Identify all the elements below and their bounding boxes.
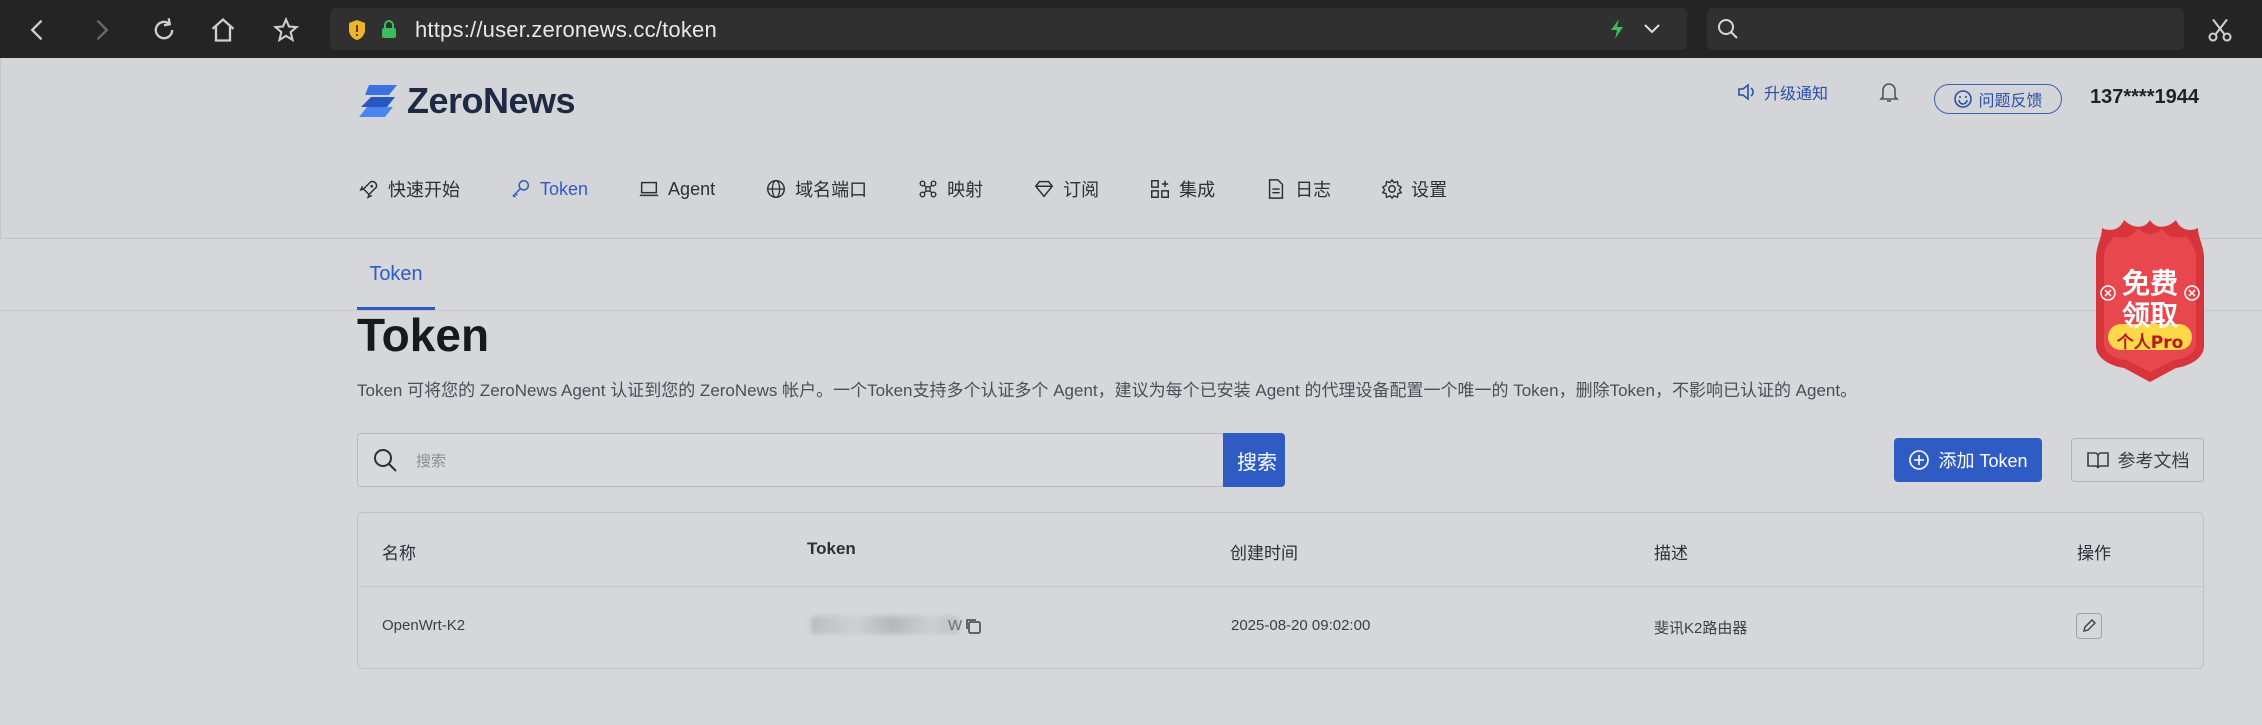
- lock-icon: [382, 20, 396, 38]
- token-search-box: [357, 433, 1224, 487]
- plus-circle-icon: [1909, 450, 1930, 470]
- user-account[interactable]: 137****1944: [2090, 86, 2199, 109]
- zeronews-logo-icon: [359, 85, 397, 117]
- feedback-button[interactable]: 问题反馈: [1934, 84, 2062, 114]
- url-text: https://user.zeronews.cc/token: [415, 17, 717, 42]
- token-search-input[interactable]: [416, 446, 1116, 476]
- cell-name: OpenWrt-K2: [382, 617, 466, 634]
- promo-tag: 个人Pro: [2116, 333, 2184, 353]
- cell-token-visible-tail: W: [948, 617, 963, 634]
- file-icon: [1268, 179, 1284, 199]
- star-icon: [272, 16, 300, 43]
- search-icon: [1718, 19, 1738, 39]
- main-nav: 快速开始 Token Agent 域名端口 映射 订阅 集成 日志 设置: [358, 176, 1497, 202]
- table-header: 名称 Token 创建时间 描述 操作: [358, 513, 2203, 587]
- nav-item-logs[interactable]: 日志: [1265, 176, 1331, 202]
- key-icon: [512, 180, 530, 198]
- speaker-icon: [1738, 83, 1754, 101]
- forward-button[interactable]: [83, 12, 119, 48]
- address-bar[interactable]: https://user.zeronews.cc/token: [330, 8, 1687, 50]
- scissors-icon: [2208, 18, 2232, 42]
- upgrade-notice-link[interactable]: 升级通知: [1736, 80, 1828, 104]
- column-header-created: 创建时间: [1230, 544, 1298, 563]
- logo[interactable]: ZeroNews: [357, 80, 576, 122]
- browser-toolbar: https://user.zeronews.cc/token: [0, 0, 2262, 58]
- chevron-left-icon: [30, 19, 43, 41]
- logo-text: ZeroNews: [407, 80, 576, 121]
- nav-item-mapping[interactable]: 映射: [917, 176, 983, 202]
- diamond-icon: [1034, 180, 1054, 198]
- app-header: [0, 58, 2262, 239]
- search-icon: [374, 449, 397, 472]
- page-title: Token: [357, 309, 490, 361]
- nav-item-quickstart[interactable]: 快速开始: [358, 176, 460, 202]
- nav-item-agent[interactable]: Agent: [638, 178, 715, 200]
- apps-icon: [1151, 180, 1170, 198]
- home-icon: [211, 17, 235, 42]
- search-button[interactable]: 搜索: [1223, 433, 1285, 487]
- book-icon: [2086, 452, 2109, 469]
- column-header-description: 描述: [1654, 544, 1688, 563]
- shield-warning-icon: [349, 20, 365, 40]
- browser-search-bar[interactable]: [1707, 8, 2184, 50]
- add-token-button[interactable]: 添加 Token: [1894, 438, 2042, 482]
- back-button[interactable]: [20, 12, 56, 48]
- cell-description: 斐讯K2路由器: [1654, 620, 1748, 637]
- chevron-right-icon: [96, 19, 109, 41]
- smile-icon: [1954, 90, 1973, 108]
- nav-item-domain-port[interactable]: 域名端口: [765, 176, 867, 202]
- globe-icon: [767, 180, 786, 198]
- rocket-icon: [359, 180, 378, 199]
- copy-icon[interactable]: [964, 617, 982, 635]
- nav-item-subscription[interactable]: 订阅: [1033, 176, 1099, 202]
- bookmark-button[interactable]: [268, 12, 304, 48]
- pencil-icon: [2083, 619, 2096, 632]
- laptop-icon: [639, 181, 659, 197]
- edit-button[interactable]: [2076, 613, 2102, 639]
- lightning-icon[interactable]: [1609, 19, 1625, 39]
- token-value-redacted: [811, 616, 959, 634]
- scissors-button[interactable]: [2202, 12, 2238, 48]
- cell-created: 2025-08-20 09:02:00: [1231, 617, 1371, 634]
- home-button[interactable]: [205, 12, 241, 48]
- docs-button[interactable]: 参考文档: [2071, 438, 2204, 482]
- column-header-name: 名称: [382, 544, 416, 563]
- nav-item-settings[interactable]: 设置: [1381, 176, 1447, 202]
- tab-token[interactable]: Token: [357, 263, 435, 286]
- gear-icon: [1381, 178, 1403, 200]
- feedback-label: 问题反馈: [1978, 93, 2043, 110]
- mapping-icon: [919, 180, 937, 198]
- reload-icon: [154, 18, 174, 40]
- token-table: 名称 Token 创建时间 描述 操作 OpenWrt-K2 W 2025-08…: [357, 512, 2204, 669]
- promo-badge[interactable]: 免费 领取 个人Pro: [2094, 218, 2206, 383]
- reload-button[interactable]: [146, 12, 182, 48]
- upgrade-notice-label: 升级通知: [1764, 86, 1829, 103]
- bell-icon: [1879, 83, 1899, 102]
- nav-item-token[interactable]: Token: [510, 178, 588, 200]
- sub-tabs: Token: [0, 239, 2262, 311]
- nav-item-integration[interactable]: 集成: [1149, 176, 1215, 202]
- column-header-actions: 操作: [2077, 544, 2111, 563]
- page-description: Token 可将您的 ZeroNews Agent 认证到您的 ZeroNews…: [357, 381, 1858, 400]
- column-header-token: Token: [807, 539, 856, 558]
- notifications-button[interactable]: [1878, 80, 1900, 104]
- chevron-down-icon[interactable]: [1642, 21, 1662, 37]
